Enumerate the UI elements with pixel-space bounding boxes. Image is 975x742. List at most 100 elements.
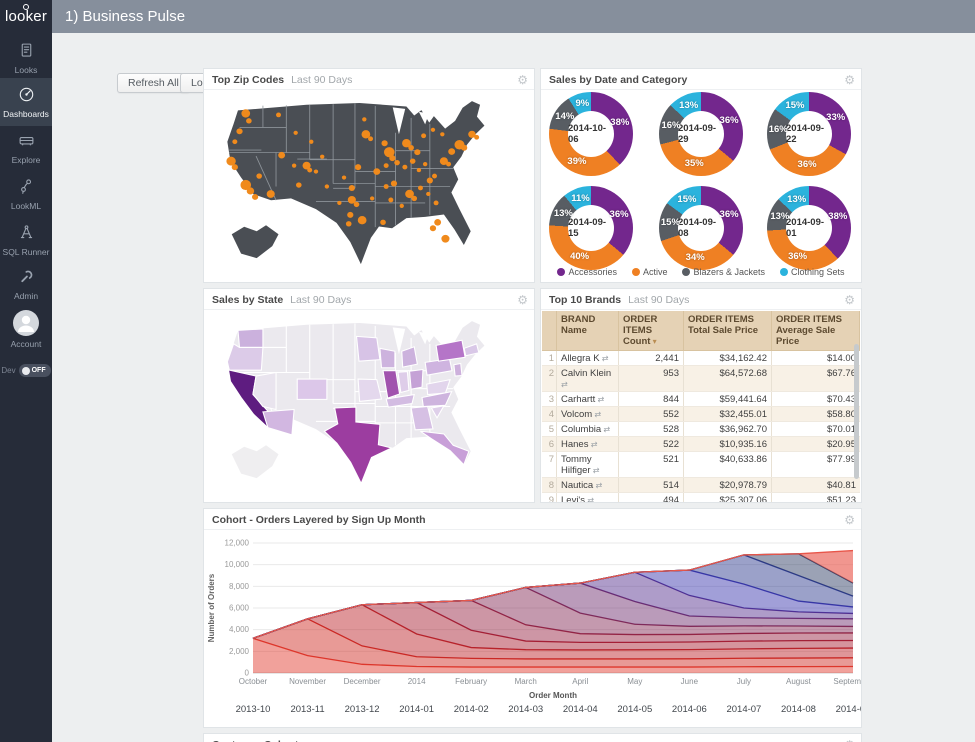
state-WA[interactable] <box>237 328 264 348</box>
cohort-legend-item[interactable]: 2014-03 <box>508 704 543 715</box>
table-row[interactable]: 9 Levi's ⇄ 494 $25,307.06 $51.23 <box>542 493 860 502</box>
table-row[interactable]: 4 Volcom ⇄ 552 $32,455.01 $58.80 <box>542 407 860 422</box>
gear-icon[interactable]: ⚙ <box>844 738 855 742</box>
state-MO[interactable] <box>357 378 383 403</box>
state-MN[interactable] <box>355 335 381 362</box>
table-cell: 521 <box>619 452 684 477</box>
zip-dot <box>383 163 389 168</box>
legend-item[interactable]: Accessories <box>557 267 617 277</box>
table-cell: $20,978.79 <box>684 478 772 492</box>
panel-title: Top Zip Codes Last 90 Days ⚙ <box>204 69 534 90</box>
account-avatar[interactable] <box>13 310 39 336</box>
cohort-legend-item[interactable]: 2014-02 <box>454 704 489 715</box>
gear-icon[interactable]: ⚙ <box>844 73 855 87</box>
table-row[interactable]: 2 Calvin Klein ⇄ 953 $64,572.68 $67.76 <box>542 366 860 392</box>
dev-toggle[interactable]: OFF <box>18 364 51 377</box>
donut-chart-2014-09-08[interactable]: 2014-09-08 36% 34% 15% 15% <box>659 186 743 270</box>
cohort-legend-item[interactable]: 2013-10 <box>236 704 271 715</box>
column-header[interactable]: ORDER ITEMS Count ▾ <box>619 311 684 350</box>
legend-item[interactable]: Clothing Sets <box>780 267 845 277</box>
zip-dot <box>409 158 416 164</box>
donut-percent-label: 13% <box>770 211 790 223</box>
cohort-legend-item[interactable]: 2014-05 <box>617 704 652 715</box>
sidebar-item-lookml[interactable]: LookML <box>0 178 52 211</box>
donut-chart-2014-10-06[interactable]: 2014-10-06 38% 39% 14% 9% <box>549 92 633 176</box>
zip-codes-map[interactable] <box>213 94 525 279</box>
x-tick-label: June <box>681 677 699 686</box>
y-axis-title: Number of Orders <box>207 573 216 642</box>
panel-cohort-orders: Cohort - Orders Layered by Sign Up Month… <box>203 508 873 728</box>
gear-icon[interactable]: ⚙ <box>517 293 528 307</box>
cohort-legend-item[interactable]: 2014-04 <box>563 704 598 715</box>
cohort-legend-item[interactable]: 2014-09 <box>836 704 871 715</box>
table-row[interactable]: 5 Columbia ⇄ 528 $36,962.70 $70.01 <box>542 422 860 437</box>
state-AZ[interactable] <box>262 408 295 436</box>
brand-name-cell: Carhartt ⇄ <box>557 392 619 406</box>
donut-chart-2014-09-22[interactable]: 2014-09-22 33% 36% 16% 15% <box>767 92 851 176</box>
sidebar-item-explore[interactable]: Explore <box>0 132 52 165</box>
zip-dot <box>399 203 404 208</box>
table-row[interactable]: 8 Nautica ⇄ 514 $20,978.79 $40.81 <box>542 478 860 493</box>
cohort-legend-item[interactable]: 2013-11 <box>290 704 324 715</box>
table-row[interactable]: 6 Hanes ⇄ 522 $10,935.16 $20.95 <box>542 437 860 452</box>
table-row[interactable]: 1 Allegra K ⇄ 2,441 $34,162.42 $14.00 <box>542 351 860 366</box>
zip-dot <box>429 225 437 232</box>
sort-desc-icon: ▾ <box>650 337 657 346</box>
cohort-area-chart[interactable]: 0 2,000 4,000 6,000 8,000 10,000 12,000 October… <box>204 531 873 727</box>
table-cell: $64,572.68 <box>684 366 772 391</box>
looker-logo[interactable]: lo o ker <box>0 0 52 33</box>
sidebar-item-looks[interactable]: Looks <box>0 42 52 75</box>
cohort-legend-item[interactable]: 2014-01 <box>399 704 434 715</box>
table-cell: 953 <box>619 366 684 391</box>
panel-customer-cohort: Customer Cohort ⚙ <box>203 733 862 742</box>
zip-dot <box>426 177 433 184</box>
zip-dot <box>241 109 251 118</box>
drill-icon: ⇄ <box>593 480 603 490</box>
gear-icon[interactable]: ⚙ <box>517 73 528 87</box>
donut-percent-label: 36% <box>797 158 817 170</box>
cohort-legend-item[interactable]: 2014-06 <box>672 704 707 715</box>
cohort-legend-item[interactable]: 2013-12 <box>345 704 380 715</box>
column-header[interactable] <box>542 311 557 350</box>
donut-chart-2014-09-15[interactable]: 2014-09-15 36% 40% 13% 11% <box>549 186 633 270</box>
cohort-legend-item[interactable]: 2014-08 <box>781 704 816 715</box>
column-header[interactable]: ORDER ITEMS Average Sale Price <box>772 311 860 350</box>
sidebar-item-dashboards[interactable]: Dashboards <box>0 78 52 126</box>
column-header[interactable]: BRAND Name <box>557 311 619 350</box>
table-row[interactable]: 3 Carhartt ⇄ 844 $59,441.64 $70.43 <box>542 392 860 407</box>
sales-by-state-map[interactable] <box>213 314 525 499</box>
sidebar-item-admin[interactable]: Admin <box>0 268 52 301</box>
table-scrollbar[interactable] <box>854 344 859 479</box>
table-header-row: BRAND Name ORDER ITEMS Count ▾ ORDER ITEMS… <box>542 311 860 351</box>
drill-icon: ⇄ <box>561 379 568 389</box>
zip-dot <box>231 164 238 171</box>
column-header[interactable]: ORDER ITEMS Total Sale Price <box>684 311 772 350</box>
legend-item[interactable]: Active <box>631 267 667 277</box>
donut-chart-2014-09-29[interactable]: 2014-09-29 36% 35% 16% 13% <box>659 92 743 176</box>
gear-icon[interactable]: ⚙ <box>844 293 855 307</box>
table-cell: $40.81 <box>826 479 856 491</box>
legend-item[interactable]: Blazers & Jackets <box>682 267 765 277</box>
state-CO[interactable] <box>296 378 328 400</box>
table-cell: $20.95 <box>826 438 856 450</box>
gear-icon[interactable]: ⚙ <box>844 513 855 527</box>
donut-percent-label: 13% <box>553 207 573 219</box>
cohort-legend-item[interactable]: 2014-07 <box>726 704 761 715</box>
donut-percent-label: 13% <box>679 99 699 111</box>
state-NJ[interactable] <box>453 362 463 377</box>
state-WI[interactable] <box>379 347 396 369</box>
state-OH[interactable] <box>408 368 424 390</box>
brand-name-cell: Columbia ⇄ <box>557 422 619 436</box>
zip-dot <box>394 159 400 166</box>
panel-top-zip-codes: Top Zip Codes Last 90 Days ⚙ <box>203 68 535 283</box>
zip-dot <box>347 211 354 218</box>
donut-chart-2014-09-01[interactable]: 2014-09-01 38% 36% 13% 13% <box>767 186 851 270</box>
state-OR[interactable] <box>226 343 264 371</box>
table-cell: 2 <box>542 366 557 391</box>
sidebar-item-sql-runner[interactable]: SQL Runner <box>0 224 52 257</box>
refresh-all-button[interactable]: Refresh All <box>117 73 190 93</box>
legend-swatch <box>682 268 691 276</box>
x-axis-title: Order Month <box>529 691 577 700</box>
table-row[interactable]: 7 Tommy Hilfiger ⇄ 521 $40,633.86 $77.99 <box>542 452 860 478</box>
drill-icon: ⇄ <box>601 424 611 434</box>
